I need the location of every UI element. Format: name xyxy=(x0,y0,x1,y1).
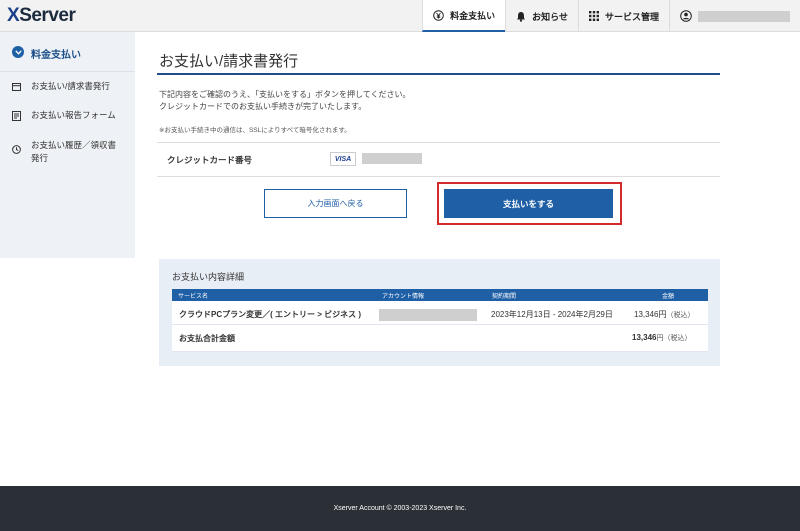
account-name-masked xyxy=(698,10,790,22)
grid-icon xyxy=(588,11,599,21)
row-tax-label: （税込） xyxy=(666,312,695,319)
instructions-line-1: 下記内容をご確認のうえ、「支払いをする」ボタンを押してください。 xyxy=(159,90,411,99)
nav-notice-label: お知らせ xyxy=(532,11,568,22)
table-header: サービス名 アカウント情報 契約期間 金額 xyxy=(172,289,708,301)
nav-account[interactable] xyxy=(669,0,800,32)
payment-details: お支払い内容詳細 サービス名 アカウント情報 契約期間 金額 クラウドPCプラン… xyxy=(159,259,720,366)
footer: Xserver Account © 2003-2023 Xserver Inc. xyxy=(0,486,800,531)
top-nav: 料金支払い お知らせ サービス管理 xyxy=(422,0,800,32)
row-amount: 13,346円（税込） xyxy=(634,309,694,320)
nav-service-label: サービス管理 xyxy=(604,11,659,22)
nav-notice[interactable]: お知らせ xyxy=(505,0,578,32)
back-button[interactable]: 入力画面へ戻る xyxy=(264,189,407,218)
header-amount: 金額 xyxy=(662,294,675,300)
footer-copyright: Xserver Account © 2003-2023 Xserver Inc. xyxy=(333,505,467,512)
total-row: お支払合計金額 13,346円（税込） xyxy=(172,325,708,352)
user-icon xyxy=(680,10,692,22)
bell-icon xyxy=(516,11,526,22)
total-tax-label: （税込） xyxy=(663,335,692,342)
total-label: お支払合計金額 xyxy=(179,334,235,343)
nav-service[interactable]: サービス管理 xyxy=(577,0,669,32)
account-info-masked xyxy=(379,309,477,321)
header-account: アカウント情報 xyxy=(382,294,425,300)
instructions: 下記内容をご確認のうえ、「支払いをする」ボタンを押してください。 クレジットカー… xyxy=(159,89,411,113)
chevron-down-icon xyxy=(12,46,24,58)
card-number-masked xyxy=(362,153,422,164)
visa-logo: VISA xyxy=(330,152,356,166)
sidebar-item-report[interactable]: お支払い報告フォーム xyxy=(0,109,135,125)
xserver-logo[interactable]: XServer xyxy=(7,5,76,27)
nav-payment[interactable]: 料金支払い xyxy=(422,0,506,32)
sidebar-item-payment[interactable]: お支払い/請求書発行 xyxy=(0,80,135,95)
sidebar-item-label: お支払い報告フォーム xyxy=(31,110,116,120)
header-service: サービス名 xyxy=(178,294,209,300)
ssl-note: ※お支払い手続き中の通信は、SSLによりすべて暗号化されます。 xyxy=(159,127,351,134)
pay-button[interactable]: 支払いをする xyxy=(444,189,613,218)
instructions-line-2: クレジットカードでのお支払い手続きが完了いたします。 xyxy=(159,102,367,111)
header-period: 契約期間 xyxy=(492,294,517,300)
service-name: クラウドPCプラン変更／( エントリー > ビジネス ) xyxy=(179,310,362,319)
form-icon xyxy=(12,111,22,125)
credit-card-label: クレジットカード番号 xyxy=(167,155,253,165)
sidebar-heading[interactable]: 料金支払い xyxy=(0,32,135,72)
page-title: お支払い/請求書発行 xyxy=(159,53,299,70)
card-icon xyxy=(12,82,22,95)
nav-payment-label: 料金支払い xyxy=(450,10,496,21)
total-amount: 13,346円（税込） xyxy=(632,333,691,343)
details-title: お支払い内容詳細 xyxy=(172,272,245,282)
sidebar: 料金支払い お支払い/請求書発行 お支払い報告フォーム お支払い履歴／領収書発行 xyxy=(0,32,135,258)
yen-icon xyxy=(433,9,444,21)
table-row: クラウドPCプラン変更／( エントリー > ビジネス ) 2023年12月13日… xyxy=(172,301,708,325)
top-header: XServer 料金支払い お知らせ サービス管理 xyxy=(0,0,800,32)
sidebar-heading-label: 料金支払い xyxy=(31,50,81,61)
title-underline xyxy=(157,73,720,75)
total-amount-value: 13,346 xyxy=(632,333,657,342)
sidebar-item-history[interactable]: お支払い履歴／領収書発行 xyxy=(0,139,130,165)
sidebar-item-label: お支払い/請求書発行 xyxy=(31,81,110,91)
clock-icon xyxy=(12,145,22,158)
row-amount-value: 13,346円 xyxy=(634,310,667,319)
credit-card-row: クレジットカード番号 VISA xyxy=(157,142,720,177)
contract-period: 2023年12月13日 - 2024年2月29日 xyxy=(491,310,613,319)
sidebar-item-label: お支払い履歴／領収書発行 xyxy=(31,140,117,163)
details-table: サービス名 アカウント情報 契約期間 金額 クラウドPCプラン変更／( エントリ… xyxy=(172,289,708,352)
